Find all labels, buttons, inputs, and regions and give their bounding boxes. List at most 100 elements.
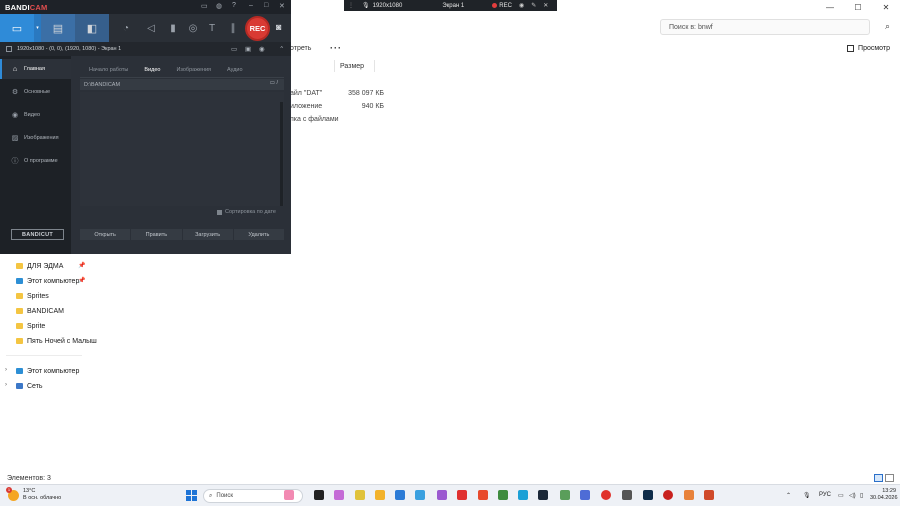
more-options-button[interactable]: ··· <box>330 43 342 53</box>
tab-getting-started[interactable]: Начало работы <box>81 65 136 75</box>
mode-dropdown-button[interactable]: ▾ <box>34 14 41 42</box>
tab-video[interactable]: Видео <box>136 65 168 75</box>
chevron-right-icon[interactable]: › <box>5 367 7 373</box>
yandex-icon[interactable] <box>457 490 467 500</box>
maximize-button[interactable]: ☐ <box>844 0 872 14</box>
nav-item-bandicam[interactable]: BANDICAM <box>16 306 64 316</box>
minimize-button[interactable]: – <box>249 2 253 9</box>
close-button[interactable]: ✕ <box>279 2 285 10</box>
folder-icon[interactable]: ▭ <box>201 2 208 10</box>
lock-icon[interactable]: ◍ <box>216 2 222 10</box>
recbar-rec-button[interactable]: REC <box>499 3 512 9</box>
nav-tree-this-pc[interactable]: Этот компьютер <box>16 366 79 376</box>
sidebar-item-about[interactable]: ⓘ О программе <box>0 151 71 171</box>
photoshop-icon[interactable] <box>643 490 653 500</box>
file-explorer-icon[interactable] <box>375 490 385 500</box>
yandex-browser-icon[interactable] <box>478 490 488 500</box>
details-view-button[interactable] <box>874 474 883 482</box>
bandicam-taskbar-icon[interactable] <box>663 490 673 500</box>
upload-button[interactable]: Загрузить <box>183 229 234 240</box>
broadcast-icon[interactable]: ◉ <box>259 45 265 53</box>
tab-audio[interactable]: Аудио <box>219 65 251 75</box>
app-icon[interactable] <box>355 490 365 500</box>
app-icon[interactable] <box>622 490 632 500</box>
webcam-icon[interactable]: ◔ <box>118 20 134 36</box>
nav-item-fnaf[interactable]: Пять Ночей с Малыш <box>16 336 97 346</box>
output-path-bar[interactable]: D:\BANDICAM ▭ / <box>80 79 284 90</box>
delete-button[interactable]: Удалить <box>234 229 284 240</box>
preview-button[interactable]: Просмотр <box>847 45 890 52</box>
speaker-icon[interactable]: ◁) <box>849 492 856 499</box>
help-icon[interactable]: ? <box>232 2 236 9</box>
pause-icon[interactable]: ∥ <box>225 20 241 36</box>
file-row[interactable]: пка с файлами <box>290 116 339 126</box>
nav-item-dlya-edma[interactable]: ДЛЯ ЭДМА <box>16 261 63 271</box>
sort-button[interactable]: отреть <box>290 45 311 52</box>
record-button[interactable]: REC <box>245 16 270 41</box>
close-icon[interactable]: ✕ <box>543 2 548 9</box>
opera-icon[interactable] <box>601 490 611 500</box>
pencil-icon[interactable]: ✎ <box>531 2 536 9</box>
system-clock[interactable]: 13:29 30.04.2026 <box>870 488 898 502</box>
task-view-icon[interactable] <box>314 490 324 500</box>
sidebar-item-general[interactable]: ⚙ Основные <box>0 82 71 102</box>
capture-area-checkbox[interactable] <box>6 46 12 52</box>
chevron-up-icon[interactable]: ⌃ <box>786 492 791 499</box>
edit-button[interactable]: Править <box>131 229 183 240</box>
mic-icon[interactable]: 🎙 <box>803 492 811 499</box>
app-icon[interactable] <box>415 490 425 500</box>
app-icon[interactable] <box>498 490 508 500</box>
column-divider[interactable] <box>334 60 335 72</box>
microphone-icon[interactable]: ▮ <box>165 20 181 36</box>
app-icon[interactable] <box>395 490 405 500</box>
chevron-right-icon[interactable]: › <box>5 382 7 388</box>
open-button[interactable]: Открыть <box>80 229 132 240</box>
column-header-size[interactable]: Размер <box>340 63 364 70</box>
sidebar-item-images[interactable]: ▨ Изображения <box>0 128 71 148</box>
tab-images[interactable]: Изображения <box>168 65 219 75</box>
screen-record-mode-button[interactable]: ▭ <box>0 14 34 42</box>
search-input[interactable]: Поиск в: bnwf <box>660 19 870 35</box>
mouse-effects-icon[interactable]: ◎ <box>185 20 201 36</box>
drag-handle-icon[interactable]: ⋮ <box>348 2 354 9</box>
folder-open-icon[interactable]: ▭ / <box>270 80 278 86</box>
recording-target-bar[interactable]: ⋮ 🎙 1920x1080 Экран 1 REC ◉ ✎ ✕ <box>344 0 557 11</box>
monitor-icon[interactable]: ▭ <box>838 492 844 499</box>
steam-icon[interactable] <box>538 490 548 500</box>
nav-tree-network[interactable]: Сеть <box>16 381 43 391</box>
nav-item-sprites[interactable]: Sprites <box>16 291 49 301</box>
language-indicator[interactable]: РУС <box>819 492 831 498</box>
file-row[interactable]: айл "DAT" 358 097 КБ <box>290 90 384 100</box>
sort-by-date-toggle[interactable]: Сортировка по дате <box>217 209 276 215</box>
list-scrollbar[interactable] <box>280 102 283 206</box>
tiles-view-button[interactable] <box>885 474 894 482</box>
minimize-button[interactable]: — <box>816 0 844 14</box>
blender-icon[interactable] <box>684 490 694 500</box>
tulips-widget-icon[interactable] <box>284 490 294 500</box>
close-button[interactable]: ✕ <box>872 0 900 14</box>
nav-item-this-pc[interactable]: Этот компьютер <box>16 276 79 286</box>
app-icon[interactable] <box>334 490 344 500</box>
game-record-mode-button[interactable]: ◧ <box>75 14 109 42</box>
camera-icon[interactable]: ◉ <box>519 2 524 9</box>
file-row[interactable]: иложение 940 КБ <box>290 103 384 113</box>
nav-item-sprite[interactable]: Sprite <box>16 321 45 331</box>
search-icon[interactable]: ⌕ <box>885 21 890 32</box>
maximize-button[interactable]: □ <box>264 2 268 9</box>
sidebar-item-home[interactable]: ⌂ Главная <box>0 59 71 79</box>
app-icon[interactable] <box>560 490 570 500</box>
bandicam-titlebar[interactable]: BANDICAM ▭ ◍ ? – □ ✕ <box>0 0 291 14</box>
app-icon[interactable] <box>580 490 590 500</box>
bandicut-button[interactable]: BANDICUT <box>11 229 64 240</box>
device-record-mode-button[interactable]: ▤ <box>41 14 75 42</box>
video-camera-icon[interactable]: ▭ <box>231 45 237 53</box>
chevron-up-icon[interactable]: ⌃ <box>279 45 284 53</box>
weather-widget[interactable]: 1 13°C В осн. облачно <box>6 486 61 502</box>
start-button[interactable] <box>186 490 197 501</box>
speaker-icon[interactable]: ◁ <box>143 20 159 36</box>
powerpoint-icon[interactable] <box>704 490 714 500</box>
window-icon[interactable]: ▣ <box>245 45 251 53</box>
column-divider[interactable] <box>374 60 375 72</box>
sidebar-item-video[interactable]: ◉ Видео <box>0 105 71 125</box>
edge-icon[interactable] <box>518 490 528 500</box>
